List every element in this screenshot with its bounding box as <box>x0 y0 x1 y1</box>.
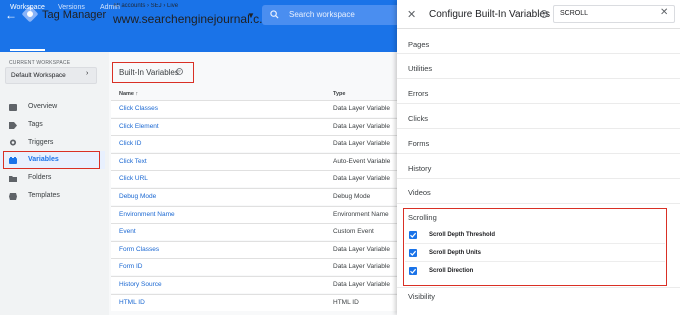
variable-type: Data Layer Variable <box>333 263 390 270</box>
trigger-icon <box>9 139 17 146</box>
variable-type: Data Layer Variable <box>333 105 390 112</box>
sidebar-item-triggers[interactable]: Triggers <box>0 135 109 152</box>
variable-type: Auto-Event Variable <box>333 158 391 165</box>
template-icon <box>9 193 17 200</box>
workspace-name[interactable]: Default Workspace <box>11 72 66 79</box>
divider <box>397 53 680 54</box>
folder-icon <box>9 176 17 182</box>
divider <box>397 78 680 79</box>
divider <box>397 203 680 204</box>
variable-name-link[interactable]: Click ID <box>119 140 141 147</box>
column-header-name[interactable]: Name ↑ <box>119 91 138 97</box>
divider <box>397 103 680 104</box>
close-icon[interactable]: ✕ <box>407 8 416 21</box>
container-name[interactable]: www.searchenginejournal.c... <box>113 12 269 26</box>
variable-name-link[interactable]: History Source <box>119 281 162 288</box>
sidebar-item-label: Triggers <box>28 139 54 146</box>
panel-search-value[interactable]: SCROLL <box>560 10 588 17</box>
chevron-right-icon[interactable]: › <box>86 70 88 77</box>
divider <box>397 178 680 179</box>
variables-highlight-box <box>3 151 100 169</box>
divider <box>397 153 680 154</box>
category-history[interactable]: History <box>408 164 431 173</box>
tab-workspace[interactable]: Workspace <box>10 4 45 11</box>
divider <box>397 128 680 129</box>
sidebar-item-label: Folders <box>28 174 52 181</box>
category-forms[interactable]: Forms <box>408 139 429 148</box>
variable-name-link[interactable]: Click Classes <box>119 105 158 112</box>
variable-name-link[interactable]: HTML ID <box>119 299 145 306</box>
clear-search-icon[interactable]: ✕ <box>660 7 668 18</box>
sidebar-item-folders[interactable]: Folders <box>0 170 109 187</box>
category-errors[interactable]: Errors <box>408 89 428 98</box>
category-videos[interactable]: Videos <box>408 188 431 197</box>
variable-name-link[interactable]: Form ID <box>119 263 142 270</box>
sidebar-item-label: Templates <box>28 192 60 199</box>
active-tab-indicator <box>10 49 45 51</box>
account-breadcrumb[interactable]: All accounts › SEJ › Live <box>113 3 178 9</box>
variable-name-link[interactable]: Click Element <box>119 123 159 130</box>
current-workspace-label: CURRENT WORKSPACE <box>9 60 71 66</box>
card-title-highlight-box <box>112 62 194 83</box>
variable-type: Environment Name <box>333 211 389 218</box>
variable-name-link[interactable]: Debug Mode <box>119 193 156 200</box>
svg-text:?: ? <box>543 12 546 18</box>
gtm-app: ← Tag Manager All accounts › SEJ › Live … <box>0 0 680 315</box>
variable-name-link[interactable]: Click URL <box>119 175 148 182</box>
category-clicks[interactable]: Clicks <box>408 114 428 123</box>
variable-type: Custom Event <box>333 228 374 235</box>
sidebar-item-overview[interactable]: Overview <box>0 99 109 116</box>
variable-type: Data Layer Variable <box>333 246 390 253</box>
panel-title: Configure Built-In Variables <box>429 9 550 20</box>
variable-name-link[interactable]: Environment Name <box>119 211 175 218</box>
sidebar-item-label: Tags <box>28 121 43 128</box>
tag-icon <box>9 122 17 129</box>
sidebar-item-templates[interactable]: Templates <box>0 188 109 205</box>
column-header-type[interactable]: Type <box>333 91 345 97</box>
overview-icon <box>9 104 17 111</box>
variable-type: HTML ID <box>333 299 359 306</box>
chevron-down-icon[interactable]: ▼ <box>247 11 255 20</box>
scrolling-highlight-box <box>403 208 667 286</box>
variable-name-link[interactable]: Click Text <box>119 158 147 165</box>
divider <box>397 287 680 288</box>
tab-versions[interactable]: Versions <box>58 4 85 11</box>
help-icon[interactable]: ? <box>540 10 548 18</box>
variable-name-link[interactable]: Event <box>119 228 136 235</box>
search-workspace-input[interactable]: Search workspace <box>289 10 355 19</box>
sidebar-item-tags[interactable]: Tags <box>0 117 109 134</box>
category-pages[interactable]: Pages <box>408 40 429 49</box>
search-icon <box>270 10 279 19</box>
variable-name-link[interactable]: Form Classes <box>119 246 159 253</box>
category-utilities[interactable]: Utilities <box>408 64 432 73</box>
category-visibility[interactable]: Visibility <box>408 292 435 301</box>
tab-admin[interactable]: Admin <box>100 4 120 11</box>
sidebar-item-label: Overview <box>28 103 58 110</box>
variable-type: Data Layer Variable <box>333 175 390 182</box>
variable-type: Data Layer Variable <box>333 281 390 288</box>
variable-type: Data Layer Variable <box>333 123 390 130</box>
panel-header-divider <box>397 28 680 29</box>
variable-type: Debug Mode <box>333 193 371 200</box>
variable-type: Data Layer Variable <box>333 140 390 147</box>
